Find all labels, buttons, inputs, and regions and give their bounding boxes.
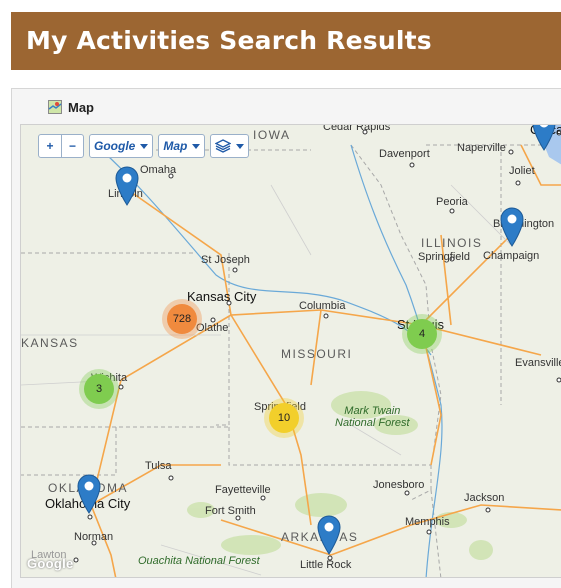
zoom-out-button[interactable]: −	[61, 135, 83, 157]
cluster-count: 3	[95, 383, 103, 395]
map-label-kansas: KANSAS	[21, 336, 79, 350]
page-header: My Activities Search Results	[11, 12, 561, 70]
map-label-naperville: Naperville	[457, 142, 506, 154]
layers-select[interactable]	[210, 134, 250, 158]
cluster-core: 728	[167, 304, 197, 334]
cluster-core: 3	[84, 374, 114, 404]
location-pin-icon[interactable]	[115, 166, 139, 206]
location-pin-icon[interactable]	[77, 474, 101, 514]
map-type-select[interactable]: Map	[158, 134, 206, 158]
provider-label: Google	[94, 139, 136, 153]
map-type-label: Map	[163, 139, 188, 153]
map-label-jonesboro: Jonesboro	[373, 479, 425, 491]
map-canvas[interactable]: + − Google Map IOWA Cedar Rapids Omaha D…	[20, 124, 561, 578]
map-label-columbia: Columbia	[299, 300, 346, 312]
map-label-champaign: Champaign	[483, 250, 540, 262]
map-label-davenport: Davenport	[379, 148, 430, 160]
map-label-illinois: ILLINOIS	[421, 236, 483, 250]
map-label-tulsa: Tulsa	[145, 460, 172, 472]
layers-icon	[215, 139, 232, 153]
chevron-down-icon	[236, 143, 245, 149]
location-pin-icon[interactable]	[500, 207, 524, 247]
cluster-count: 4	[418, 328, 426, 340]
panel-title: Map	[68, 99, 94, 115]
location-pin-icon[interactable]	[532, 124, 556, 151]
chevron-down-icon	[140, 143, 149, 149]
map-label-kansas-city: Kansas City	[187, 289, 257, 304]
cluster-core: 10	[269, 403, 299, 433]
map-label-peoria: Peoria	[436, 196, 468, 208]
cluster-marker[interactable]: 4	[402, 314, 442, 354]
map-label-st-joseph: St Joseph	[201, 254, 250, 266]
map-controls: + − Google Map	[38, 134, 250, 158]
chevron-down-icon	[192, 143, 201, 149]
provider-select[interactable]: Google	[89, 134, 154, 158]
layers-select-inner	[211, 135, 248, 157]
map-label-evansville: Evansville	[515, 357, 561, 369]
cluster-core: 4	[407, 319, 437, 349]
map-label-missouri: MISSOURI	[281, 347, 353, 361]
map-label-springfield-il: Springfield	[418, 251, 470, 263]
zoom-in-button[interactable]: +	[39, 135, 61, 157]
zoom-control: + −	[38, 134, 84, 158]
cluster-count: 728	[172, 313, 192, 325]
map-label-jackson: Jackson	[464, 492, 505, 504]
map-label-joliet: Joliet	[509, 165, 535, 177]
map-label-ouachita: Ouachita National Forest	[138, 555, 260, 567]
panel-header: Map	[48, 98, 94, 116]
cluster-marker[interactable]: 3	[79, 369, 119, 409]
provider-select-inner: Google	[90, 135, 152, 157]
map-label-omaha: Omaha	[140, 164, 177, 176]
map-icon	[48, 100, 62, 114]
cluster-count: 10	[277, 412, 291, 424]
map-type-select-inner: Map	[159, 135, 204, 157]
map-label-memphis: Memphis	[405, 516, 450, 528]
map-label-little-rock: Little Rock	[300, 559, 352, 571]
map-label-norman: Norman	[74, 531, 114, 543]
cluster-marker[interactable]: 10	[264, 398, 304, 438]
google-logo: Google	[27, 556, 74, 571]
page-title: My Activities Search Results	[26, 26, 432, 55]
map-label-fort-smith: Fort Smith	[205, 505, 256, 517]
map-label-iowa: IOWA	[253, 128, 291, 142]
map-label-cedar-rapids: Cedar Rapids	[323, 124, 391, 133]
location-pin-icon[interactable]	[317, 515, 341, 555]
cluster-marker[interactable]: 728	[162, 299, 202, 339]
map-label-fayetteville: Fayetteville	[215, 484, 271, 496]
map-label-mark-twain: Mark Twain National Forest	[335, 405, 410, 429]
